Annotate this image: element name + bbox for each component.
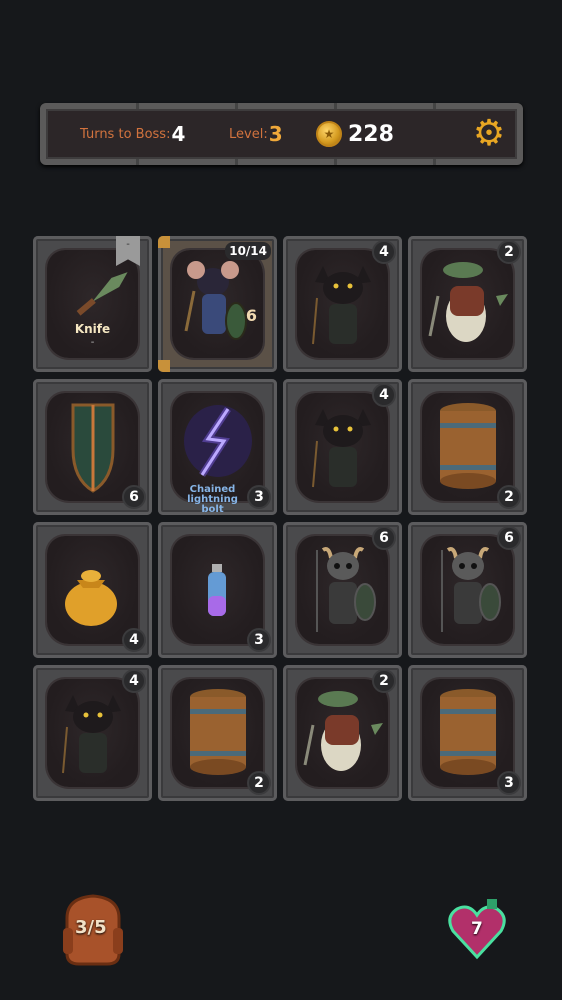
enemy-health-badge: 2: [372, 669, 396, 693]
gear-icon[interactable]: ⚙: [471, 116, 507, 152]
barrel-value-badge: 3: [497, 771, 521, 795]
coin-icon: ★: [316, 121, 342, 147]
hero-health: 10/14: [225, 242, 271, 260]
backpack-capacity: 3/5: [75, 917, 107, 938]
card-name: Knife: [74, 322, 111, 336]
card-gold-bag[interactable]: 4: [33, 522, 152, 658]
enemy-health-badge: 6: [497, 526, 521, 550]
level: Level: 3: [229, 109, 283, 159]
gold-value: 228: [348, 121, 394, 147]
backpack-button[interactable]: 3/5: [53, 888, 133, 968]
card-enemy-croc[interactable]: 2: [283, 665, 402, 801]
spell-name: Chained lightning bolt: [187, 484, 238, 515]
turns-label: Turns to Boss:: [80, 126, 171, 142]
level-value: 3: [268, 122, 283, 146]
shield-value-badge: 6: [122, 485, 146, 509]
card-hero[interactable]: 10/14 6: [158, 236, 277, 372]
card-enemy-croc[interactable]: 2: [408, 236, 527, 372]
enemy-health-badge: 4: [372, 240, 396, 264]
hero-armor: 6: [245, 306, 257, 325]
enemy-health-badge: 4: [372, 383, 396, 407]
barrel-value-badge: 2: [497, 485, 521, 509]
dungeon-grid: - Knife - 10/14 6 4 2 6 Chained lightnin…: [33, 236, 527, 801]
turns-to-boss: Turns to Boss: 4: [80, 109, 185, 159]
card-shield[interactable]: 6: [33, 379, 152, 515]
card-barrel[interactable]: 2: [408, 379, 527, 515]
potion-count: 7: [471, 919, 483, 939]
card-barrel[interactable]: 2: [158, 665, 277, 801]
card-enemy-cat[interactable]: 4: [283, 236, 402, 372]
gold-value-badge: 4: [122, 628, 146, 652]
card-enemy-skeleton[interactable]: 6: [408, 522, 527, 658]
barrel-value-badge: 2: [247, 771, 271, 795]
card-barrel[interactable]: 3: [408, 665, 527, 801]
card-potion[interactable]: 3: [158, 522, 277, 658]
card-spell[interactable]: Chained lightning bolt 3: [158, 379, 277, 515]
card-enemy-skeleton[interactable]: 6: [283, 522, 402, 658]
card-knife[interactable]: - Knife -: [33, 236, 152, 372]
gold-counter: ★ 228: [316, 109, 394, 159]
potion-value-badge: 3: [247, 628, 271, 652]
card-enemy-cat[interactable]: 4: [283, 379, 402, 515]
level-label: Level:: [229, 126, 268, 142]
enemy-health-badge: 2: [497, 240, 521, 264]
enemy-health-badge: 4: [122, 669, 146, 693]
top-hud: Turns to Boss: 4 Level: 3 ★ 228 ⚙: [40, 103, 523, 165]
enemy-health-badge: 6: [372, 526, 396, 550]
turns-value: 4: [171, 122, 186, 146]
card-enemy-cat[interactable]: 4: [33, 665, 152, 801]
health-potion-button[interactable]: 7: [447, 897, 507, 961]
spell-value-badge: 3: [247, 485, 271, 509]
card-subtitle: -: [90, 337, 95, 348]
